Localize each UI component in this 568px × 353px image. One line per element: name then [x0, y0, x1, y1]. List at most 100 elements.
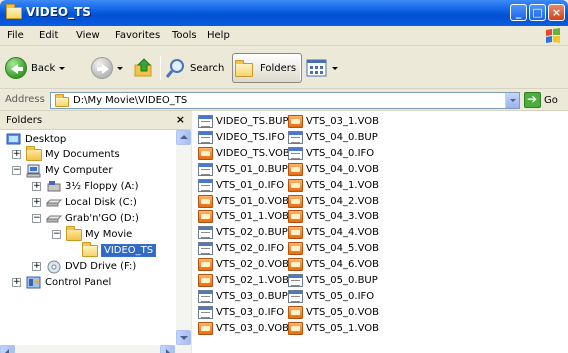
expand-button[interactable]: + — [32, 198, 41, 207]
go-button[interactable]: Go — [524, 92, 558, 108]
folders-horizontal-scrollbar[interactable] — [0, 345, 191, 353]
tree-item-control-panel[interactable]: Control Panel — [26, 275, 111, 290]
file-name: VTS_04_0.VOB — [306, 163, 379, 175]
tree-item-my-computer[interactable]: My Computer — [26, 163, 112, 178]
file-item[interactable]: VTS_04_4.VOB — [288, 225, 379, 240]
bup-file-icon — [288, 274, 303, 287]
file-list-pane: VIDEO_TS.BUP VIDEO_TS.IFO VIDEO_TS.VOB VTS_… — [192, 111, 568, 353]
tree-item-grabngo[interactable]: Grab'n'GO (D:) — [46, 211, 139, 226]
up-folder-button[interactable] — [133, 55, 155, 81]
scroll-down-button[interactable] — [176, 330, 191, 345]
file-item[interactable]: VTS_04_1.VOB — [288, 178, 379, 193]
bup-file-icon — [198, 162, 213, 176]
file-item[interactable]: VTS_05_0.BUP — [288, 273, 378, 288]
address-dropdown-button[interactable] — [505, 93, 519, 108]
tree-item-my-movie[interactable]: My Movie — [66, 225, 132, 242]
windows-logo-icon — [546, 28, 560, 43]
file-name: VTS_02_0.BUP — [216, 227, 288, 239]
back-button[interactable]: Back — [5, 55, 66, 81]
file-item[interactable]: VTS_04_3.VOB — [288, 209, 379, 224]
file-item[interactable]: VTS_03_0.IFO — [198, 305, 284, 320]
menu-edit[interactable]: Edit — [39, 30, 58, 41]
tree-item-desktop[interactable]: Desktop — [6, 132, 66, 147]
tree-item-local-disk[interactable]: Local Disk (C:) — [46, 195, 137, 210]
file-item[interactable]: VTS_01_0.VOB — [198, 194, 289, 209]
file-item[interactable]: VTS_02_0.VOB — [198, 257, 289, 272]
file-item[interactable]: VTS_02_0.BUP — [198, 225, 288, 240]
views-button[interactable] — [306, 55, 338, 81]
file-item[interactable]: VIDEO_TS.BUP — [198, 114, 289, 129]
file-item[interactable]: VTS_05_0.VOB — [288, 305, 379, 320]
file-item[interactable]: VTS_04_0.VOB — [288, 162, 379, 177]
file-name: VTS_04_1.VOB — [306, 179, 379, 191]
tree-item-video-ts[interactable]: VIDEO_TS — [82, 241, 157, 258]
toolbar-separator — [300, 56, 301, 80]
file-item[interactable]: VTS_02_0.IFO — [198, 241, 284, 256]
folders-button[interactable]: Folders — [232, 53, 303, 83]
expand-button[interactable]: + — [12, 150, 21, 159]
ifo-file-icon — [198, 130, 213, 144]
folders-pane-title: Folders — [6, 115, 43, 126]
tree-item-floppy[interactable]: 3½ Floppy (A:) — [46, 179, 139, 194]
file-item[interactable]: VTS_05_0.IFO — [288, 289, 374, 304]
bup-file-icon — [198, 226, 213, 240]
menu-favorites[interactable]: Favorites — [115, 30, 160, 41]
search-label: Search — [190, 62, 225, 74]
floppy-drive-icon — [47, 180, 61, 191]
bup-file-icon — [198, 289, 213, 303]
minimize-button[interactable]: _ — [510, 4, 527, 21]
expand-button[interactable]: + — [32, 182, 41, 191]
scroll-up-button[interactable] — [176, 130, 191, 145]
go-label: Go — [544, 94, 558, 106]
desktop-icon — [6, 133, 21, 144]
file-name: VIDEO_TS.VOB — [216, 147, 290, 159]
collapse-button[interactable]: − — [12, 166, 21, 175]
file-item[interactable]: VIDEO_TS.VOB — [198, 146, 290, 161]
file-item[interactable]: VTS_01_1.VOB — [198, 209, 289, 224]
file-name: VTS_03_0.IFO — [216, 306, 285, 318]
file-name: VTS_03_0.BUP — [216, 290, 288, 302]
vob-file-icon — [288, 115, 303, 128]
collapse-button[interactable]: − — [52, 230, 61, 239]
tree-item-my-documents[interactable]: My Documents — [26, 145, 120, 162]
menu-tools[interactable]: Tools — [172, 30, 197, 41]
file-item[interactable]: VTS_03_0.VOB — [198, 321, 289, 336]
forward-button[interactable] — [91, 55, 123, 81]
file-item[interactable]: VTS_04_2.VOB — [288, 194, 379, 209]
file-item[interactable]: VIDEO_TS.IFO — [198, 130, 285, 145]
file-name: VTS_04_2.VOB — [306, 195, 379, 207]
title-bar[interactable]: VIDEO_TS _ □ × — [0, 0, 568, 26]
close-pane-button[interactable]: × — [176, 113, 185, 126]
folders-icon — [235, 59, 257, 77]
menu-file[interactable]: File — [7, 30, 24, 41]
maximize-button[interactable]: □ — [529, 4, 546, 21]
collapse-button[interactable]: − — [32, 214, 41, 223]
file-item[interactable]: VTS_02_1.VOB — [198, 273, 289, 288]
menu-view[interactable]: View — [76, 30, 100, 41]
file-item[interactable]: VTS_04_0.IFO — [288, 146, 374, 161]
close-button[interactable]: × — [548, 4, 565, 21]
file-item[interactable]: VTS_04_0.BUP — [288, 130, 378, 145]
search-button[interactable]: Search — [165, 55, 224, 81]
tree-item-dvd-drive[interactable]: DVD Drive (F:) — [46, 259, 136, 274]
scroll-left-button[interactable] — [0, 345, 15, 353]
window-title: VIDEO_TS — [26, 5, 91, 19]
file-name: VTS_01_0.VOB — [216, 195, 289, 207]
expand-button[interactable]: + — [12, 278, 21, 287]
file-item[interactable]: VTS_05_1.VOB — [288, 321, 379, 336]
file-item[interactable]: VTS_03_1.VOB — [288, 114, 379, 129]
file-name: VTS_02_0.VOB — [216, 259, 289, 271]
bup-file-icon — [288, 130, 303, 144]
address-input[interactable]: D:\My Movie\VIDEO_TS — [50, 92, 520, 109]
menu-help[interactable]: Help — [207, 30, 230, 41]
folder-icon — [55, 94, 69, 107]
file-item[interactable]: VTS_01_0.BUP — [198, 162, 288, 177]
folders-vertical-scrollbar[interactable] — [176, 130, 191, 346]
scroll-right-button[interactable] — [160, 345, 175, 353]
file-item[interactable]: VTS_04_5.VOB — [288, 241, 379, 256]
file-item[interactable]: VTS_01_0.IFO — [198, 178, 284, 193]
file-item[interactable]: VTS_03_0.BUP — [198, 289, 288, 304]
folder-icon — [66, 225, 82, 242]
expand-button[interactable]: + — [32, 262, 41, 271]
file-item[interactable]: VTS_04_6.VOB — [288, 257, 379, 272]
